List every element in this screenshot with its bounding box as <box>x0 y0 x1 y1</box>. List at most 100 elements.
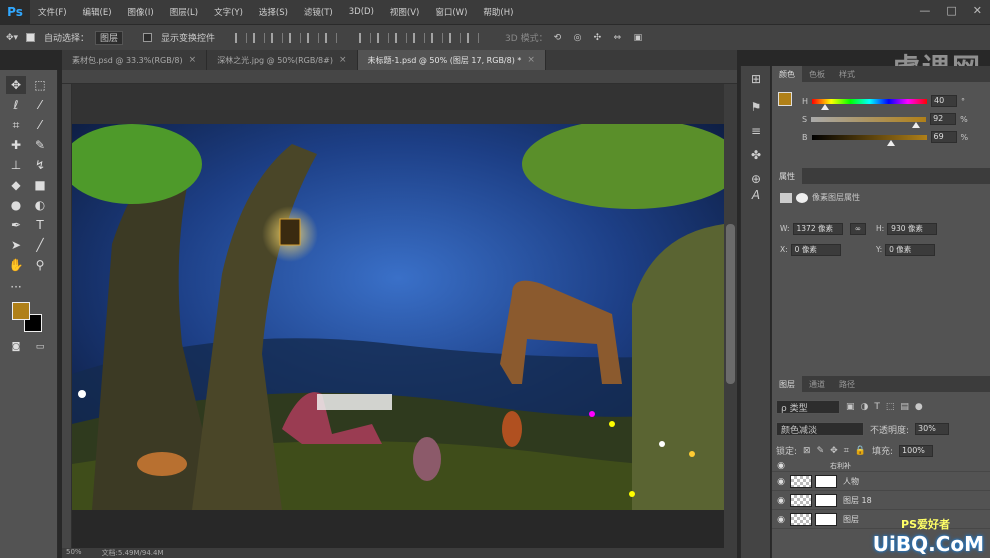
vertical-scrollbar[interactable] <box>724 84 737 548</box>
align-top-icon[interactable] <box>235 32 248 43</box>
layer-row[interactable]: ◉ 图层 <box>772 511 990 529</box>
brush-panel-icon[interactable]: ✤ <box>747 146 765 164</box>
menu-type[interactable]: 文字(Y) <box>206 6 251 18</box>
healing-tool-icon[interactable]: ✚ <box>6 136 26 154</box>
maximize-button[interactable]: □ <box>946 4 956 17</box>
menu-image[interactable]: 图像(I) <box>120 6 162 18</box>
tab-paths[interactable]: 路径 <box>832 376 862 392</box>
move-tool-icon[interactable]: ✥ <box>6 76 26 94</box>
3d-rotate-icon[interactable]: ⟲ <box>554 31 568 45</box>
marquee-tool-icon[interactable]: ⬚ <box>30 76 50 94</box>
canvas-area[interactable] <box>72 84 724 548</box>
filter-shape-icon[interactable]: ⬚ <box>886 402 895 412</box>
filter-type-icon[interactable]: T <box>874 402 880 412</box>
dodge-tool-icon[interactable]: ◐ <box>30 196 50 214</box>
scroll-thumb[interactable] <box>726 224 735 384</box>
align-hcenter-icon[interactable] <box>307 32 320 43</box>
menu-help[interactable]: 帮助(H) <box>475 6 521 18</box>
auto-align-icon[interactable] <box>467 32 480 43</box>
actions-panel-icon[interactable]: ⚑ <box>747 98 765 116</box>
align-left-icon[interactable] <box>289 32 302 43</box>
w-input[interactable]: 1372 像素 <box>792 222 843 235</box>
tab-color[interactable]: 颜色 <box>772 66 802 82</box>
visibility-eye-icon[interactable]: ◉ <box>772 477 790 487</box>
layer-mask-thumbnail[interactable] <box>815 475 837 488</box>
blur-tool-icon[interactable]: ● <box>6 196 26 214</box>
type-tool-icon[interactable]: T <box>30 216 50 234</box>
path-select-icon[interactable]: ➤ <box>6 236 26 254</box>
s-slider[interactable] <box>811 116 927 128</box>
forest-artwork-image[interactable] <box>72 124 724 510</box>
layer-row[interactable]: ◉ 人物 <box>772 473 990 491</box>
y-input[interactable]: 0 像素 <box>885 243 936 256</box>
lasso-tool-icon[interactable]: ℓ <box>6 96 26 114</box>
distribute-left-icon[interactable] <box>413 32 426 43</box>
tab-untitled[interactable]: 未标题-1.psd @ 50% (图层 17, RGB/8) * × <box>357 50 546 70</box>
lock-artboard-icon[interactable]: ⌗ <box>844 446 849 456</box>
distribute-vcenter-icon[interactable] <box>377 32 390 43</box>
fill-input[interactable]: 100% <box>899 444 934 457</box>
layer-row[interactable]: ◉ 右利补 <box>772 460 990 472</box>
history-brush-icon[interactable]: ↯ <box>30 156 50 174</box>
3d-pan-icon[interactable]: ✣ <box>594 31 608 45</box>
filter-toggle-icon[interactable]: ● <box>915 402 923 412</box>
quick-select-tool-icon[interactable]: ⁄ <box>30 96 50 114</box>
crop-tool-icon[interactable]: ⌗ <box>6 116 26 134</box>
auto-select-dropdown[interactable]: 图层 <box>95 30 124 45</box>
tab-channels[interactable]: 通道 <box>802 376 832 392</box>
distribute-bottom-icon[interactable] <box>395 32 408 43</box>
visibility-eye-icon[interactable]: ◉ <box>772 496 790 506</box>
tab-sucaibao[interactable]: 素材包.psd @ 33.3%(RGB/8) × <box>62 50 208 70</box>
align-bottom-icon[interactable] <box>271 32 284 43</box>
close-button[interactable]: ✕ <box>973 4 982 17</box>
menu-edit[interactable]: 编辑(E) <box>75 6 120 18</box>
x-input[interactable]: 0 像素 <box>790 243 841 256</box>
filter-smart-icon[interactable]: ▤ <box>900 402 909 412</box>
layer-row[interactable]: ◉ 图层 18 <box>772 492 990 510</box>
eyedropper-tool-icon[interactable]: ⁄ <box>30 116 50 134</box>
character-panel-icon[interactable]: A <box>747 186 765 204</box>
b-slider[interactable] <box>811 134 927 146</box>
foreground-color-swatch[interactable] <box>12 302 30 320</box>
h-knob[interactable] <box>821 103 830 110</box>
align-right-icon[interactable] <box>325 32 338 43</box>
layer-mask-thumbnail[interactable] <box>815 494 837 507</box>
auto-select-checkbox[interactable] <box>26 33 35 42</box>
3d-slide-icon[interactable]: ⇔ <box>614 31 628 45</box>
align-vcenter-icon[interactable] <box>253 32 266 43</box>
s-knob[interactable] <box>912 121 921 128</box>
history-panel-icon[interactable]: ⊞ <box>747 70 765 88</box>
b-value[interactable]: 69 <box>930 131 957 143</box>
color-fg-swatch[interactable] <box>778 92 792 106</box>
gradient-tool-icon[interactable]: ■ <box>30 176 50 194</box>
menu-filter[interactable]: 滤镜(T) <box>296 6 341 18</box>
tab-properties[interactable]: 属性 <box>772 168 802 184</box>
stamp-tool-icon[interactable]: ⊥ <box>6 156 26 174</box>
tab-swatches[interactable]: 色板 <box>802 66 832 82</box>
menu-view[interactable]: 视图(V) <box>382 6 427 18</box>
menu-window[interactable]: 窗口(W) <box>427 6 475 18</box>
mask-icon[interactable] <box>796 192 808 203</box>
tab-layers[interactable]: 图层 <box>772 376 802 392</box>
screen-mode-icon[interactable]: ▭ <box>30 338 50 356</box>
close-icon[interactable]: × <box>339 55 347 65</box>
more-tools-icon[interactable]: ··· <box>6 278 26 296</box>
filter-adjust-icon[interactable]: ◑ <box>861 402 869 412</box>
distribute-hcenter-icon[interactable] <box>431 32 444 43</box>
close-icon[interactable]: × <box>527 55 535 65</box>
menu-select[interactable]: 选择(S) <box>251 6 296 18</box>
shape-tool-icon[interactable]: ╱ <box>30 236 50 254</box>
s-value[interactable]: 92 <box>930 113 957 125</box>
b-knob[interactable] <box>886 139 895 146</box>
zoom-tool-icon[interactable]: ⚲ <box>30 256 50 274</box>
filter-pixel-icon[interactable]: ▣ <box>846 402 855 412</box>
link-icon[interactable]: ∞ <box>850 222 866 235</box>
lock-pixels-icon[interactable]: ⊠ <box>803 446 811 456</box>
visibility-eye-icon[interactable]: ◉ <box>772 461 790 471</box>
lock-all-icon[interactable]: 🔒 <box>855 446 866 456</box>
3d-scale-icon[interactable]: ▣ <box>634 31 648 45</box>
distribute-top-icon[interactable] <box>359 32 372 43</box>
pen-tool-icon[interactable]: ✒ <box>6 216 26 234</box>
visibility-eye-icon[interactable]: ◉ <box>772 515 790 525</box>
brush-tool-icon[interactable]: ✎ <box>30 136 50 154</box>
